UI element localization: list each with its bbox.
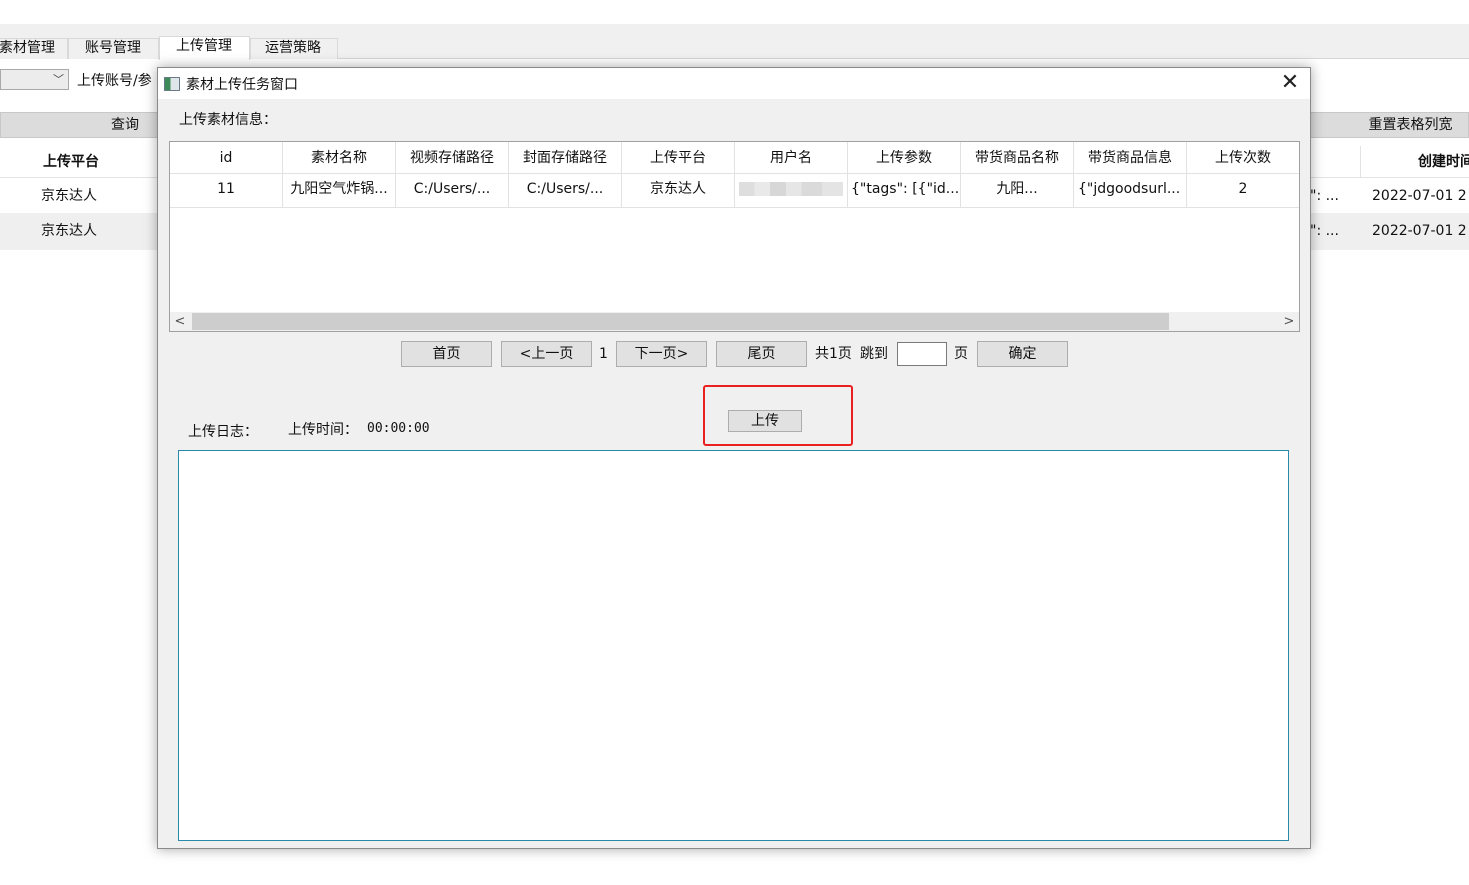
upload-log-label: 上传日志：: [188, 424, 258, 440]
table-row[interactable]: ": ... 2022-07-01 2: [1310, 213, 1469, 250]
header-upload-platform: 上传平台: [43, 154, 99, 170]
row-params: ": ...: [1310, 188, 1339, 204]
bg-table-header-left: 上传平台: [0, 146, 157, 178]
page-unit-label: 页: [954, 346, 968, 362]
material-info-label: 上传素材信息：: [179, 112, 277, 128]
dialog-titlebar[interactable]: 素材上传任务窗口 ✕: [158, 68, 1310, 99]
dialog-title: 素材上传任务窗口: [186, 77, 298, 93]
column-header-cover-path[interactable]: 封面存储路径: [509, 142, 622, 174]
upload-task-dialog: 素材上传任务窗口 ✕ 上传素材信息： id 素材名称 视频存储路径 封面存储路径…: [157, 67, 1311, 849]
tab-label: 运营策略: [265, 40, 321, 56]
redacted-username: [739, 182, 843, 196]
query-button-label: 查询: [111, 117, 139, 133]
bg-table-header-right: 创建时间: [1310, 146, 1469, 178]
header-created-time: 创建时间: [1418, 154, 1469, 170]
cell-product-info[interactable]: {"jdgoodsurl...: [1074, 174, 1187, 208]
tab-label: 上传管理: [176, 38, 232, 54]
column-header-product-name[interactable]: 带货商品名称: [961, 142, 1074, 174]
last-page-button[interactable]: 尾页: [716, 341, 807, 367]
chevron-down-icon: ﹀: [53, 73, 64, 86]
tab-label: 账号管理: [85, 40, 141, 56]
query-button[interactable]: 查询: [0, 112, 160, 138]
column-header-product-info[interactable]: 带货商品信息: [1074, 142, 1187, 174]
confirm-jump-button[interactable]: 确定: [977, 341, 1068, 367]
column-header-video-path[interactable]: 视频存储路径: [396, 142, 509, 174]
cell-id[interactable]: 11: [170, 174, 283, 208]
column-header-username[interactable]: 用户名: [735, 142, 848, 174]
column-header-upload-params[interactable]: 上传参数: [848, 142, 961, 174]
current-page-number: 1: [599, 346, 608, 362]
filter-label: 上传账号/参: [77, 73, 152, 89]
column-header-id[interactable]: id: [170, 142, 283, 174]
scrollbar-thumb[interactable]: [192, 313, 1169, 330]
upload-time-value: 00:00:00: [367, 421, 430, 436]
close-button[interactable]: ✕: [1276, 71, 1304, 97]
tab-operation-strategy[interactable]: 运营策略: [250, 38, 338, 59]
row-platform: 京东达人: [41, 188, 97, 204]
table-row[interactable]: ": ... 2022-07-01 2: [1310, 178, 1469, 215]
row-created: 2022-07-01 2: [1372, 188, 1467, 204]
reset-columns-label: 重置表格列宽: [1368, 117, 1453, 133]
jump-label: 跳到: [860, 346, 888, 362]
close-icon: ✕: [1280, 70, 1300, 95]
cell-upload-count[interactable]: 2: [1187, 174, 1299, 208]
cell-platform[interactable]: 京东达人: [622, 174, 735, 208]
scroll-right-icon[interactable]: >: [1279, 312, 1299, 331]
upload-time-label: 上传时间：: [288, 422, 358, 438]
tab-account-management[interactable]: 账号管理: [68, 38, 159, 59]
tab-material-management[interactable]: 素材管理: [0, 38, 68, 59]
first-page-button[interactable]: 首页: [401, 341, 492, 367]
tab-label: 素材管理: [0, 40, 55, 56]
upload-button[interactable]: 上传: [728, 410, 802, 432]
cell-cover-path[interactable]: C:/Users/...: [509, 174, 622, 208]
scroll-left-icon[interactable]: <: [170, 312, 190, 331]
total-pages: 共1页: [815, 346, 852, 362]
cell-upload-params[interactable]: {"tags": [{"id...: [848, 174, 961, 208]
window-icon: [164, 77, 180, 91]
cell-username[interactable]: [735, 174, 848, 208]
prev-page-button[interactable]: <上一页: [501, 341, 592, 367]
horizontal-scrollbar[interactable]: < >: [170, 312, 1299, 331]
next-page-button[interactable]: 下一页>: [616, 341, 707, 367]
column-header-platform[interactable]: 上传平台: [622, 142, 735, 174]
cell-material-name[interactable]: 九阳空气炸锅...: [283, 174, 396, 208]
reset-columns-button[interactable]: 重置表格列宽: [1310, 112, 1469, 138]
tab-upload-management[interactable]: 上传管理: [159, 36, 250, 60]
cell-product-name[interactable]: 九阳...: [961, 174, 1074, 208]
filter-combobox[interactable]: ﹀: [0, 69, 69, 90]
material-table[interactable]: id 素材名称 视频存储路径 封面存储路径 上传平台 用户名 上传参数 带货商品…: [169, 141, 1300, 332]
page-number-input[interactable]: [897, 342, 947, 366]
upload-log-textarea[interactable]: [178, 450, 1289, 841]
cell-video-path[interactable]: C:/Users/...: [396, 174, 509, 208]
row-created: 2022-07-01 2: [1372, 223, 1467, 239]
row-platform: 京东达人: [41, 223, 97, 239]
row-params: ": ...: [1310, 223, 1339, 239]
table-row[interactable]: 京东达人: [0, 213, 157, 250]
column-header-upload-count[interactable]: 上传次数: [1187, 142, 1299, 174]
column-header-material-name[interactable]: 素材名称: [283, 142, 396, 174]
table-row[interactable]: 京东达人: [0, 178, 157, 215]
